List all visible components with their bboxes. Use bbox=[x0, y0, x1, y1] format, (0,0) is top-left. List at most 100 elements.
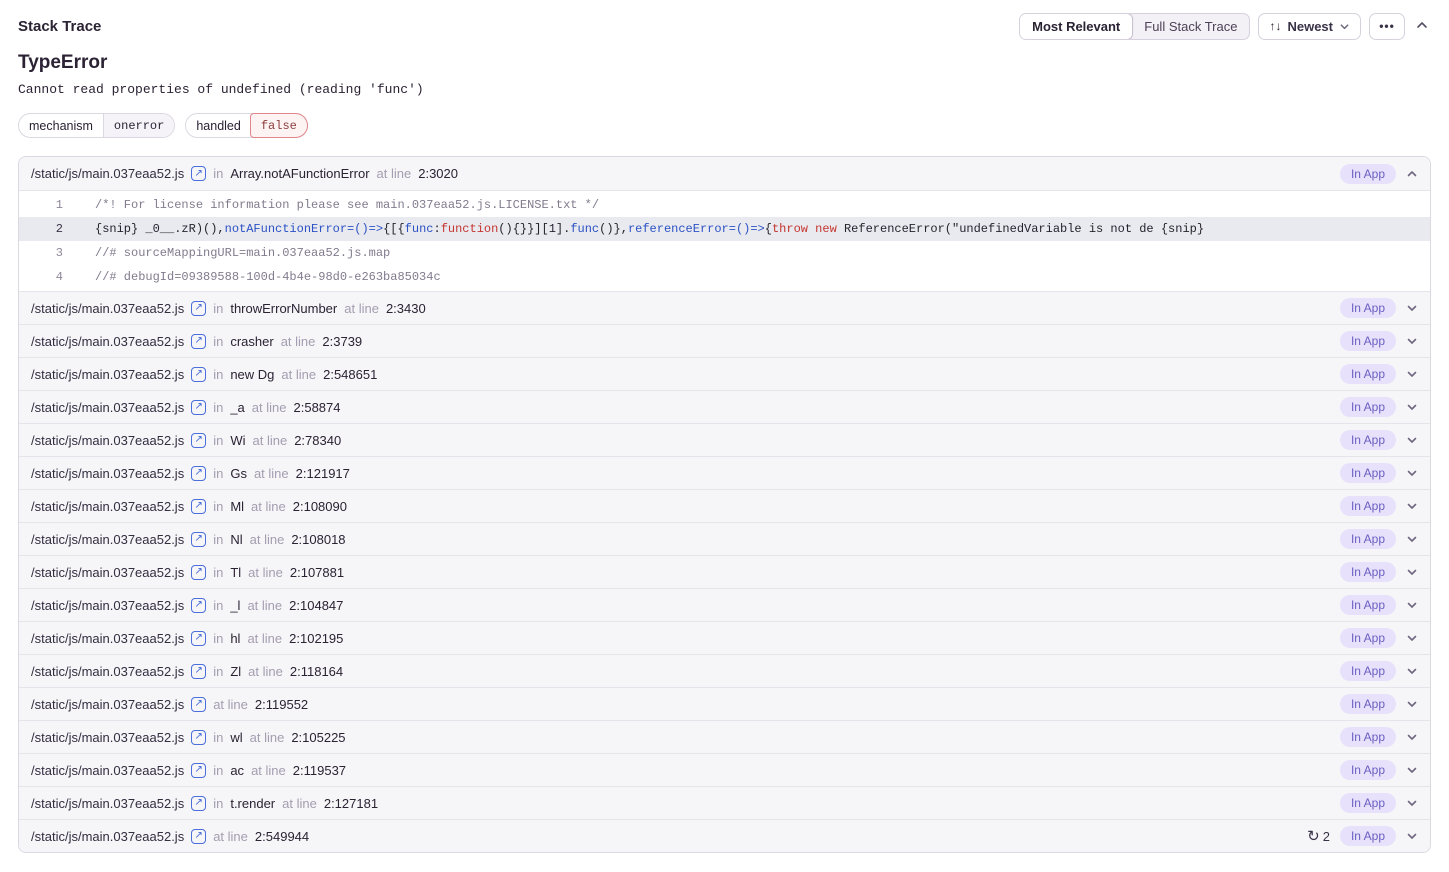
frame-row[interactable]: /static/js/main.037eaa52.js ↗ in Ml at l… bbox=[19, 489, 1430, 522]
external-link-icon[interactable]: ↗ bbox=[191, 763, 206, 778]
more-options-button[interactable]: ••• bbox=[1369, 13, 1405, 40]
frame-atline-label: at line bbox=[251, 499, 286, 514]
chevron-down-icon[interactable] bbox=[1406, 698, 1418, 710]
frame-row[interactable]: /static/js/main.037eaa52.js ↗ in t.rende… bbox=[19, 786, 1430, 819]
frame-atline-label: at line bbox=[247, 631, 282, 646]
frame-row[interactable]: /static/js/main.037eaa52.js ↗ in Nl at l… bbox=[19, 522, 1430, 555]
frame-row[interactable]: /static/js/main.037eaa52.js ↗ in ac at l… bbox=[19, 753, 1430, 786]
external-link-icon[interactable]: ↗ bbox=[191, 631, 206, 646]
frame-row[interactable]: /static/js/main.037eaa52.js ↗ in _a at l… bbox=[19, 390, 1430, 423]
frame-row[interactable]: /static/js/main.037eaa52.js ↗ at line 2:… bbox=[19, 687, 1430, 720]
chevron-down-icon[interactable] bbox=[1406, 533, 1418, 545]
chevron-down-icon[interactable] bbox=[1406, 830, 1418, 842]
frame-filename: /static/js/main.037eaa52.js bbox=[31, 796, 184, 811]
frame-atline-label: at line bbox=[253, 433, 288, 448]
code-line: 1/*! For license information please see … bbox=[19, 193, 1430, 217]
frame-lineno: 2:102195 bbox=[289, 631, 343, 646]
frame-in-label: in bbox=[213, 565, 223, 580]
chevron-down-icon[interactable] bbox=[1406, 797, 1418, 809]
in-app-badge: In App bbox=[1340, 298, 1396, 318]
frame-in-label: in bbox=[213, 664, 223, 679]
chevron-down-icon[interactable] bbox=[1406, 467, 1418, 479]
frame-filename: /static/js/main.037eaa52.js bbox=[31, 400, 184, 415]
error-message: Cannot read properties of undefined (rea… bbox=[18, 82, 1431, 97]
frame-lineno: 2:549944 bbox=[255, 829, 309, 844]
frame-row[interactable]: /static/js/main.037eaa52.js ↗ in throwEr… bbox=[19, 291, 1430, 324]
frame-row[interactable]: /static/js/main.037eaa52.js ↗ in hl at l… bbox=[19, 621, 1430, 654]
frame-row[interactable]: /static/js/main.037eaa52.js ↗ in Gs at l… bbox=[19, 456, 1430, 489]
tag-mechanism[interactable]: mechanism onerror bbox=[18, 113, 175, 138]
frame-row[interactable]: /static/js/main.037eaa52.js ↗ in _l at l… bbox=[19, 588, 1430, 621]
toggle-most-relevant[interactable]: Most Relevant bbox=[1019, 13, 1133, 40]
frame-function: Zl bbox=[230, 664, 241, 679]
frame-atline-label: at line bbox=[254, 466, 289, 481]
external-link-icon[interactable]: ↗ bbox=[191, 796, 206, 811]
chevron-down-icon[interactable] bbox=[1406, 500, 1418, 512]
frame-row-expanded[interactable]: /static/js/main.037eaa52.js ↗ in Array.n… bbox=[19, 157, 1430, 190]
chevron-down-icon[interactable] bbox=[1406, 599, 1418, 611]
sort-arrows-icon: ↑↓ bbox=[1269, 19, 1281, 33]
chevron-down-icon[interactable] bbox=[1406, 665, 1418, 677]
external-link-icon[interactable]: ↗ bbox=[191, 400, 206, 415]
frame-lineno: 2:3430 bbox=[386, 301, 426, 316]
chevron-down-icon[interactable] bbox=[1406, 632, 1418, 644]
toggle-full-stack-trace[interactable]: Full Stack Trace bbox=[1132, 14, 1249, 39]
external-link-icon[interactable]: ↗ bbox=[191, 466, 206, 481]
frame-row[interactable]: /static/js/main.037eaa52.js ↗ in Tl at l… bbox=[19, 555, 1430, 588]
frame-filename: /static/js/main.037eaa52.js bbox=[31, 664, 184, 679]
external-link-icon[interactable]: ↗ bbox=[191, 565, 206, 580]
chevron-down-icon[interactable] bbox=[1406, 368, 1418, 380]
tag-value-danger: false bbox=[250, 113, 308, 138]
external-link-icon[interactable]: ↗ bbox=[191, 166, 206, 181]
frame-row[interactable]: /static/js/main.037eaa52.js ↗ in new Dg … bbox=[19, 357, 1430, 390]
frame-lineno: 2:119537 bbox=[293, 763, 346, 778]
chevron-down-icon[interactable] bbox=[1406, 302, 1418, 314]
section-title: Stack Trace bbox=[18, 18, 101, 35]
external-link-icon[interactable]: ↗ bbox=[191, 598, 206, 613]
external-link-icon[interactable]: ↗ bbox=[191, 829, 206, 844]
chevron-down-icon[interactable] bbox=[1406, 731, 1418, 743]
frame-lineno: 2:121917 bbox=[296, 466, 350, 481]
frame-function: new Dg bbox=[230, 367, 274, 382]
frame-row[interactable]: /static/js/main.037eaa52.js ↗ in crasher… bbox=[19, 324, 1430, 357]
frame-function: _a bbox=[230, 400, 244, 415]
error-type: TypeError bbox=[18, 52, 1431, 74]
frame-function: Tl bbox=[230, 565, 241, 580]
external-link-icon[interactable]: ↗ bbox=[191, 433, 206, 448]
external-link-icon[interactable]: ↗ bbox=[191, 301, 206, 316]
sort-newest-button[interactable]: ↑↓ Newest bbox=[1258, 13, 1361, 40]
external-link-icon[interactable]: ↗ bbox=[191, 367, 206, 382]
chevron-down-icon[interactable] bbox=[1406, 335, 1418, 347]
external-link-icon[interactable]: ↗ bbox=[191, 532, 206, 547]
frame-atline-label: at line bbox=[248, 565, 283, 580]
frame-row[interactable]: /static/js/main.037eaa52.js ↗ in Zl at l… bbox=[19, 654, 1430, 687]
frame-atline-label: at line bbox=[248, 664, 283, 679]
frame-row[interactable]: /static/js/main.037eaa52.js ↗ in wl at l… bbox=[19, 720, 1430, 753]
frame-row[interactable]: /static/js/main.037eaa52.js ↗ in Wi at l… bbox=[19, 423, 1430, 456]
external-link-icon[interactable]: ↗ bbox=[191, 730, 206, 745]
frame-atline-label: at line bbox=[213, 829, 248, 844]
chevron-down-icon[interactable] bbox=[1406, 434, 1418, 446]
frame-row[interactable]: /static/js/main.037eaa52.js ↗ at line 2:… bbox=[19, 819, 1430, 852]
frame-in-label: in bbox=[213, 763, 223, 778]
tag-handled[interactable]: handled false bbox=[185, 113, 308, 138]
frame-in-label: in bbox=[213, 433, 223, 448]
frame-atline-label: at line bbox=[213, 697, 248, 712]
external-link-icon[interactable]: ↗ bbox=[191, 334, 206, 349]
chevron-down-icon[interactable] bbox=[1406, 764, 1418, 776]
chevron-down-icon[interactable] bbox=[1406, 401, 1418, 413]
frame-in-label: in bbox=[213, 400, 223, 415]
repeat-count: ↻2 bbox=[1307, 829, 1330, 844]
frame-lineno: 2:78340 bbox=[294, 433, 341, 448]
frame-filename: /static/js/main.037eaa52.js bbox=[31, 730, 184, 745]
collapse-section-button[interactable] bbox=[1413, 13, 1431, 40]
chevron-down-icon[interactable] bbox=[1406, 566, 1418, 578]
external-link-icon[interactable]: ↗ bbox=[191, 697, 206, 712]
external-link-icon[interactable]: ↗ bbox=[191, 664, 206, 679]
frame-filename: /static/js/main.037eaa52.js bbox=[31, 367, 184, 382]
frame-filename: /static/js/main.037eaa52.js bbox=[31, 499, 184, 514]
external-link-icon[interactable]: ↗ bbox=[191, 499, 206, 514]
chevron-up-icon[interactable] bbox=[1406, 168, 1418, 180]
frame-lineno: 2:548651 bbox=[323, 367, 377, 382]
tag-key: handled bbox=[186, 114, 251, 137]
